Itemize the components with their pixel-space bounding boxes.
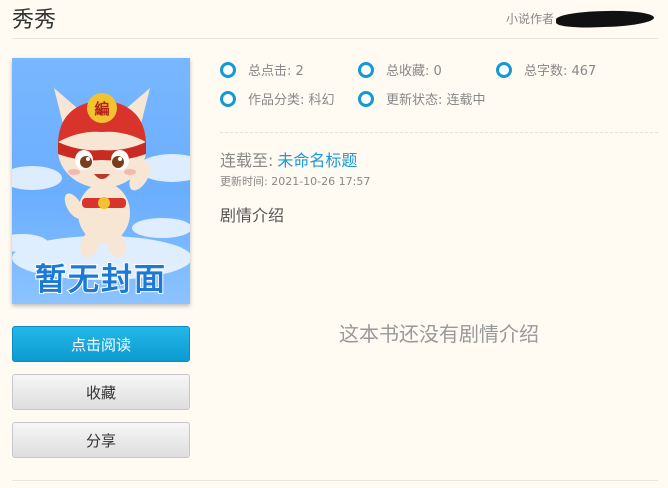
latest-chapter-link[interactable]: 未命名标题 [277,151,357,170]
stat-clicks: 总点击: 2 [220,60,304,79]
author-label: 小说作者 [505,12,554,26]
author-name-redacted [555,8,655,29]
update-time: 更新时间: 2021-10-26 17:57 [220,175,371,188]
bullet-icon [220,90,236,107]
synopsis-empty-text: 这本书还没有剧情介绍 [339,322,539,346]
author-info: 小说作者 [505,8,655,29]
book-title: 秀秀 [12,8,57,33]
stat-category-text: 作品分类: 科幻 [248,93,335,108]
divider [12,480,658,481]
stat-status-text: 更新状态: 连载中 [386,93,486,108]
stat-words-text: 总字数: 467 [524,64,597,79]
share-button[interactable]: 分享 [12,422,190,458]
cover-placeholder-text: 暂无封面 [34,261,167,299]
stat-words: 总字数: 467 [496,60,596,79]
book-header: 秀秀 小说作者 [12,0,658,39]
stat-favorites: 总收藏: 0 [358,60,442,79]
stat-status: 更新状态: 连载中 [358,89,486,108]
bullet-icon [358,61,374,78]
stat-clicks-text: 总点击: 2 [248,64,304,79]
synopsis-title: 剧情介绍 [220,206,285,225]
serial-info: 连载至: 未命名标题 [220,147,357,171]
favorite-button[interactable]: 收藏 [12,374,190,410]
bullet-icon [358,90,374,107]
bullet-icon [220,61,236,78]
stat-favorites-text: 总收藏: 0 [386,64,442,79]
cover-badge-text: 編 [94,100,110,118]
serial-label: 连载至: [220,151,274,170]
divider [220,132,658,133]
read-button[interactable]: 点击阅读 [12,326,190,362]
stat-category: 作品分类: 科幻 [220,89,335,108]
book-cover: 編 暂无封面 [12,58,190,304]
bullet-icon [496,61,512,78]
